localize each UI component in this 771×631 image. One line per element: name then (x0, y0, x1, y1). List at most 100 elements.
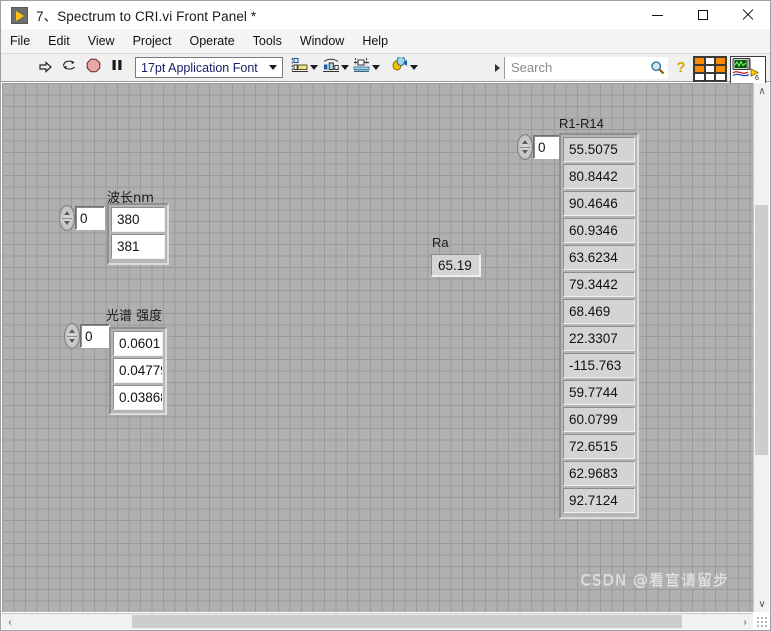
search-box[interactable]: Search (504, 56, 668, 79)
connector-terminal (715, 73, 726, 81)
connector-pane-area: 6 (693, 56, 766, 85)
menu-item-operate[interactable]: Operate (180, 31, 243, 51)
spectrum-intensity-cell[interactable]: 0.0601 (113, 331, 163, 356)
spinner-divider (67, 336, 77, 337)
maximize-icon (697, 10, 708, 20)
r-value-cell[interactable]: 80.8442 (563, 164, 635, 189)
run-continuously-button[interactable] (57, 56, 81, 80)
horizontal-scrollbar[interactable]: ‹ › (2, 613, 753, 629)
r-value-cell[interactable]: 60.0799 (563, 407, 635, 432)
r-values-array[interactable]: 55.5075 80.8442 90.4646 60.9346 63.6234 … (559, 133, 639, 519)
r-value-cell[interactable]: 60.9346 (563, 218, 635, 243)
r-values-index-control[interactable]: 0 (517, 134, 563, 160)
ra-indicator[interactable]: 65.19 (431, 254, 481, 277)
wavelength-cell[interactable]: 380 (111, 207, 165, 232)
spectrum-intensity-array[interactable]: 0.0601 0.04779 0.03868 (109, 327, 167, 415)
spinner-down-icon[interactable] (69, 339, 75, 343)
distribute-objects-button[interactable] (320, 56, 351, 80)
title-bar: 7、Spectrum to CRI.vi Front Panel * (1, 1, 770, 29)
abort-execution-icon (86, 58, 101, 78)
connector-terminal (715, 65, 726, 73)
resize-objects-button[interactable] (351, 56, 382, 80)
horizontal-scroll-thumb[interactable] (132, 615, 682, 628)
r-value-cell[interactable]: 79.3442 (563, 272, 635, 297)
window-title: 7、Spectrum to CRI.vi Front Panel * (36, 9, 257, 24)
scroll-down-icon[interactable]: ∨ (754, 596, 770, 612)
connector-pane-icon[interactable] (693, 56, 727, 82)
r-value-cell[interactable]: -115.763 (563, 353, 635, 378)
scroll-right-icon[interactable]: › (737, 614, 753, 630)
menu-item-tools[interactable]: Tools (244, 31, 291, 51)
search-expand-icon[interactable] (490, 56, 504, 80)
context-help-icon[interactable]: ? (668, 59, 694, 76)
csdn-watermark: CSDN @看官请留步 (580, 571, 729, 589)
r-value-cell[interactable]: 55.5075 (563, 137, 635, 162)
vertical-scrollbar[interactable]: ∧ ∨ (753, 83, 769, 612)
wavelength-index-spinner[interactable] (59, 205, 75, 231)
r-values-array-label: R1-R14 (559, 116, 604, 131)
distribute-objects-icon (322, 57, 341, 79)
align-chevron-down-icon (310, 65, 318, 70)
vertical-scroll-thumb[interactable] (755, 205, 768, 455)
minimize-icon (652, 14, 663, 16)
r-value-cell[interactable]: 68.469 (563, 299, 635, 324)
spectrum-intensity-cell[interactable]: 0.03868 (113, 385, 163, 410)
menu-item-edit[interactable]: Edit (39, 31, 79, 51)
connector-terminal (704, 65, 716, 73)
spectrum-intensity-index-control[interactable]: 0 (64, 323, 110, 349)
abort-execution-button[interactable] (81, 56, 105, 80)
resize-grip[interactable] (756, 616, 768, 628)
font-selector[interactable]: 17pt Application Font (135, 57, 283, 78)
connector-terminal (704, 73, 716, 81)
menu-item-window[interactable]: Window (291, 31, 353, 51)
wavelength-index-value[interactable]: 0 (75, 206, 105, 230)
reorder-chevron-down-icon (410, 65, 418, 70)
reorder-objects-button[interactable] (388, 55, 420, 80)
front-panel-canvas[interactable]: 波长nm 0 380 381 光谱 强度 0 0.0601 0.04779 0.… (2, 83, 753, 612)
vi-icon-number: 6 (755, 75, 759, 82)
r-value-cell[interactable]: 63.6234 (563, 245, 635, 270)
menu-item-help[interactable]: Help (353, 31, 397, 51)
spinner-down-icon[interactable] (522, 150, 528, 154)
scroll-left-icon[interactable]: ‹ (2, 614, 18, 630)
r-value-cell[interactable]: 62.9683 (563, 461, 635, 486)
spinner-up-icon[interactable] (69, 329, 75, 333)
align-objects-icon (291, 57, 310, 79)
maximize-button[interactable] (680, 1, 725, 29)
run-arrow-icon (37, 60, 53, 76)
r-value-cell[interactable]: 90.4646 (563, 191, 635, 216)
menu-item-view[interactable]: View (79, 31, 124, 51)
scroll-up-icon[interactable]: ∧ (754, 83, 770, 99)
run-button[interactable] (33, 56, 57, 80)
r-values-index-spinner[interactable] (517, 134, 533, 160)
spinner-divider (520, 147, 530, 148)
wavelength-cell[interactable]: 381 (111, 234, 165, 259)
spectrum-intensity-index-value[interactable]: 0 (80, 324, 110, 348)
magnifier-icon[interactable] (646, 60, 668, 75)
resize-chevron-down-icon (372, 65, 380, 70)
menu-item-file[interactable]: File (1, 31, 39, 51)
menu-item-project[interactable]: Project (124, 31, 181, 51)
spinner-up-icon[interactable] (522, 140, 528, 144)
r-value-cell[interactable]: 22.3307 (563, 326, 635, 351)
r-value-cell[interactable]: 59.7744 (563, 380, 635, 405)
spectrum-intensity-index-spinner[interactable] (64, 323, 80, 349)
align-objects-button[interactable] (289, 56, 320, 80)
spinner-divider (62, 218, 72, 219)
wavelength-array[interactable]: 380 381 (107, 203, 169, 265)
wavelength-index-control[interactable]: 0 (59, 205, 105, 231)
r-value-cell[interactable]: 92.7124 (563, 488, 635, 513)
ra-label: Ra (432, 235, 449, 250)
connector-terminal (694, 73, 705, 81)
r-value-cell[interactable]: 72.6515 (563, 434, 635, 459)
font-selector-chevron-down-icon (264, 65, 282, 70)
search-input[interactable]: Search (505, 60, 646, 75)
vi-glyph-icon[interactable]: 6 (730, 56, 766, 85)
spinner-down-icon[interactable] (64, 221, 70, 225)
spectrum-intensity-cell[interactable]: 0.04779 (113, 358, 163, 383)
minimize-button[interactable] (635, 1, 680, 29)
spinner-up-icon[interactable] (64, 211, 70, 215)
close-button[interactable] (725, 1, 770, 29)
pause-button[interactable] (105, 56, 129, 80)
search-area: Search ? (490, 56, 694, 80)
